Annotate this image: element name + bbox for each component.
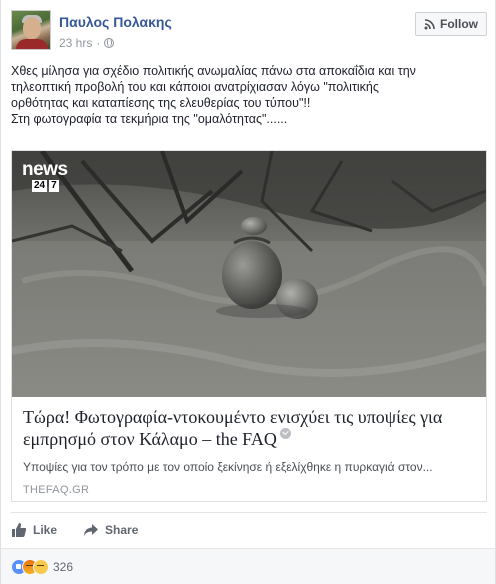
share-label: Share xyxy=(105,522,139,537)
post-text-line: Στη φωτογραφία τα τεκμήρια της "ομαλότητ… xyxy=(11,112,288,126)
link-description: Υποψίες για τον τρόπο με τον οποίο ξεκίν… xyxy=(23,460,433,474)
sad-reaction-icon xyxy=(33,558,49,575)
link-domain: THEFAQ.GR xyxy=(23,484,90,496)
like-button[interactable]: Like xyxy=(11,522,57,538)
news247-logo-badge: 24 7 xyxy=(32,180,59,192)
reaction-icons xyxy=(11,558,49,575)
news247-logo-text: news xyxy=(22,159,68,180)
post-meta: 23 hrs · xyxy=(59,36,115,50)
link-title[interactable]: Τώρα! Φωτογραφία-ντοκουμέντο ενισχύει τι… xyxy=(23,406,473,450)
globe-icon xyxy=(104,38,115,48)
facebook-post: Παυλος Πολακης 23 hrs · Follow Χθες μίλη… xyxy=(0,0,496,584)
author-name[interactable]: Παυλος Πολακης xyxy=(59,14,172,30)
logo-24: 24 xyxy=(32,180,48,192)
link-preview-card[interactable]: news 24 7 Τώρα! Φωτογραφία-ντοκουμέντο ε… xyxy=(11,150,487,502)
post-text-line: τηλεοπτική προβολή του και κάποιοι ανατρ… xyxy=(11,80,379,94)
follow-label: Follow xyxy=(440,17,478,31)
post-text: Χθες μίλησα για σχέδιο πολιτικής ανωμαλί… xyxy=(11,63,481,127)
post-header: Παυλος Πολακης 23 hrs · Follow xyxy=(11,10,487,54)
share-button[interactable]: Share xyxy=(83,523,138,537)
share-arrow-icon xyxy=(84,523,99,536)
post-text-line: ορθότητας και καταπίεσης της ελευθερίας … xyxy=(11,96,311,110)
follow-button[interactable]: Follow xyxy=(415,12,487,36)
post-text-line: Χθες μίλησα για σχέδιο πολιτικής ανωμαλί… xyxy=(11,64,416,78)
post-timestamp[interactable]: 23 hrs xyxy=(59,36,92,50)
like-label: Like xyxy=(33,522,58,537)
link-title-text[interactable]: Τώρα! Φωτογραφία-ντοκουμέντο ενισχύει τι… xyxy=(23,407,442,449)
rss-icon xyxy=(424,18,435,30)
reactions-bar[interactable]: 326 xyxy=(1,548,495,584)
reaction-count[interactable]: 326 xyxy=(53,560,73,574)
link-preview-image[interactable]: news 24 7 xyxy=(12,151,486,397)
thumbs-up-icon xyxy=(12,522,27,537)
author-avatar[interactable] xyxy=(11,10,51,50)
verified-icon xyxy=(279,428,291,439)
meta-separator: · xyxy=(96,36,101,50)
logo-7: 7 xyxy=(49,180,59,192)
post-actions: Like Share xyxy=(11,512,487,546)
